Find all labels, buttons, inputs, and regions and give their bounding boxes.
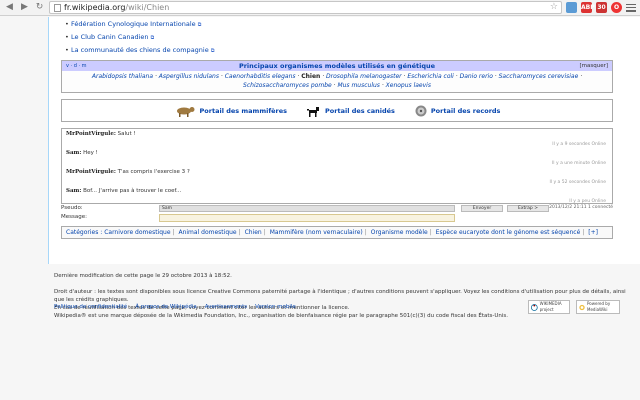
footer-link-disclaimers[interactable]: Avertissements — [205, 304, 247, 310]
chat-message: Sam: Hey ! Il y a une minute Online — [66, 149, 608, 168]
chat-meta: Il y a 9 secondes Online — [552, 142, 606, 147]
chat-text: Bof... J'arrive pas à trouver le coef... — [83, 188, 182, 194]
portal-canids[interactable]: Portail des canidés — [307, 105, 395, 117]
category-link[interactable]: Espèce eucaryote dont le génome est séqu… — [436, 229, 581, 236]
navbox-vde-links[interactable]: v · d · m — [66, 61, 87, 71]
category-link[interactable]: Organisme modèle — [371, 229, 428, 236]
extension-abp-icon[interactable]: ABP — [581, 2, 595, 13]
address-bar[interactable]: fr.wikipedia.org/wiki/Chien ☆ — [49, 1, 562, 14]
extension-counter-icon[interactable]: 30 — [596, 2, 607, 13]
chat-user: MrPointVirgule: — [66, 131, 116, 137]
back-icon[interactable]: ◀ — [4, 2, 15, 13]
extras-button[interactable]: Extrap > — [507, 205, 549, 212]
last-modified: Dernière modification de cette page le 2… — [54, 273, 232, 279]
chat-user: Sam: — [66, 150, 82, 156]
chat-message: MrPointVirgule: Salut ! Il y a 9 seconde… — [66, 130, 608, 149]
mammal-icon — [176, 106, 195, 117]
send-button[interactable]: Envoyer — [461, 205, 503, 212]
portal-label[interactable]: Portail des mammifères — [200, 107, 288, 115]
navbox-item[interactable]: Caenorhabditis elegans — [225, 73, 296, 80]
external-link-item[interactable]: Le Club Canin Canadien ⧉ — [65, 31, 632, 44]
navbox-model-organisms: v · d · m Principaux organismes modèles … — [61, 60, 613, 93]
external-link-icon: ⧉ — [210, 48, 215, 54]
extension-icon[interactable] — [566, 2, 577, 13]
external-link-icon: ⧉ — [150, 35, 155, 41]
url-path: /wiki/Chien — [125, 3, 170, 12]
chat-text: Hey ! — [83, 150, 98, 156]
chat-text: Salut ! — [117, 131, 136, 137]
categories-label[interactable]: Catégories : — [66, 229, 102, 236]
reload-icon[interactable]: ↻ — [34, 2, 45, 13]
external-link[interactable]: Fédération Cynologique Internationale — [71, 20, 196, 28]
navbox-item[interactable]: Escherichia coli — [407, 73, 454, 80]
chat-form: Pseudo: Sam Message: Envoyer Extrap > 20… — [61, 204, 613, 222]
chat-meta: Il y a 52 secondes Online — [549, 180, 606, 185]
article-content: Fédération Cynologique Internationale ⧉ … — [48, 17, 640, 264]
navbox-item[interactable]: Mus musculus — [337, 82, 379, 89]
category-link[interactable]: Mammifère (nom vernaculaire) — [270, 229, 363, 236]
pseudo-input[interactable]: Sam — [159, 205, 455, 212]
external-links: Fédération Cynologique Internationale ⧉ … — [57, 17, 632, 57]
mediawiki-logo-text: Powered by MediaWiki — [587, 301, 611, 312]
wikimedia-logo[interactable]: WIKIMEDIA project — [528, 300, 570, 314]
portal-mammals[interactable]: Portail des mammifères — [174, 105, 288, 117]
portals-bar: Portail des mammifères Portail des canid… — [61, 99, 613, 122]
external-link[interactable]: Le Club Canin Canadien — [71, 33, 149, 41]
external-link[interactable]: La communauté des chiens de compagnie — [71, 46, 209, 54]
pseudo-label: Pseudo: — [61, 205, 83, 211]
chat-user: Sam: — [66, 188, 82, 194]
chat-date-stamp: 2013/12/2 21:11 1 connecté — [549, 205, 613, 210]
extension-opera-icon[interactable]: O — [611, 2, 622, 13]
mediawiki-logo[interactable]: Powered by MediaWiki — [576, 300, 620, 314]
url-host: fr.wikipedia.org — [64, 3, 126, 12]
portal-records[interactable]: Portail des records — [415, 105, 501, 117]
message-label: Message: — [61, 214, 87, 220]
portal-label[interactable]: Portail des canidés — [325, 107, 395, 115]
navbox-item[interactable]: Arabidopsis thaliana — [92, 73, 153, 80]
wikimedia-icon — [531, 303, 538, 311]
navbox-hide-toggle[interactable]: [masquer] — [579, 61, 608, 71]
navbox-item-current: Chien — [301, 73, 321, 80]
navbox-list: Arabidopsis thaliana · Aspergillus nidul… — [91, 73, 583, 89]
bookmark-star-icon[interactable]: ☆ — [550, 2, 561, 13]
category-link[interactable]: Chien — [245, 229, 262, 236]
portal-label[interactable]: Portail des records — [431, 107, 501, 115]
record-icon — [415, 105, 427, 116]
navbox-title-bar: v · d · m Principaux organismes modèles … — [62, 61, 612, 71]
footer-link-about[interactable]: À propos de Wikipédia — [135, 304, 196, 310]
categories-bar: Catégories : Carnivore domestique | Anima… — [61, 226, 613, 239]
navbox-title[interactable]: Principaux organismes modèles utilisés e… — [239, 62, 435, 70]
wikimedia-logo-text: WIKIMEDIA project — [539, 301, 562, 312]
menu-icon[interactable] — [626, 3, 636, 13]
footer-link-privacy[interactable]: Politique de confidentialité — [54, 304, 127, 310]
chat-user: MrPointVirgule: — [66, 169, 116, 175]
footer-links: Politique de confidentialité À propos de… — [54, 304, 296, 310]
page-icon — [54, 3, 61, 12]
chat-text: T'as compris l'exercise 3 ? — [117, 169, 190, 175]
forward-icon[interactable]: ▶ — [19, 2, 30, 13]
footer-link-mobile[interactable]: Version mobile — [255, 304, 296, 310]
external-link-icon: ⧉ — [197, 22, 202, 28]
chat-meta: Il y a une minute Online — [551, 161, 606, 166]
navbox-item[interactable]: Xenopus laevis — [386, 82, 431, 89]
category-link[interactable]: Carnivore domestique — [104, 229, 170, 236]
add-category-link[interactable]: [+] — [588, 229, 598, 236]
external-link-item[interactable]: Fédération Cynologique Internationale ⧉ — [65, 18, 632, 31]
chat-panel: MrPointVirgule: Salut ! Il y a 9 seconde… — [61, 128, 613, 204]
browser-toolbar: ◀ ▶ ↻ fr.wikipedia.org/wiki/Chien ☆ ABP … — [0, 0, 640, 16]
external-link-item[interactable]: La communauté des chiens de compagnie ⧉ — [65, 44, 632, 57]
mediawiki-icon — [579, 304, 585, 310]
message-input[interactable] — [159, 214, 455, 222]
dog-icon — [307, 106, 320, 117]
page: Fédération Cynologique Internationale ⧉ … — [0, 17, 640, 400]
navbox-item[interactable]: Aspergillus nidulans — [159, 73, 219, 80]
navbox-item[interactable]: Saccharomyces cerevisiae — [499, 73, 579, 80]
navbox-item[interactable]: Drosophila melanogaster — [326, 73, 402, 80]
navbox-item[interactable]: Schizosaccharomyces pombe — [243, 82, 332, 89]
navbox-item[interactable]: Danio rerio — [460, 73, 493, 80]
category-link[interactable]: Animal domestique — [178, 229, 236, 236]
chat-message: MrPointVirgule: T'as compris l'exercise … — [66, 168, 608, 187]
